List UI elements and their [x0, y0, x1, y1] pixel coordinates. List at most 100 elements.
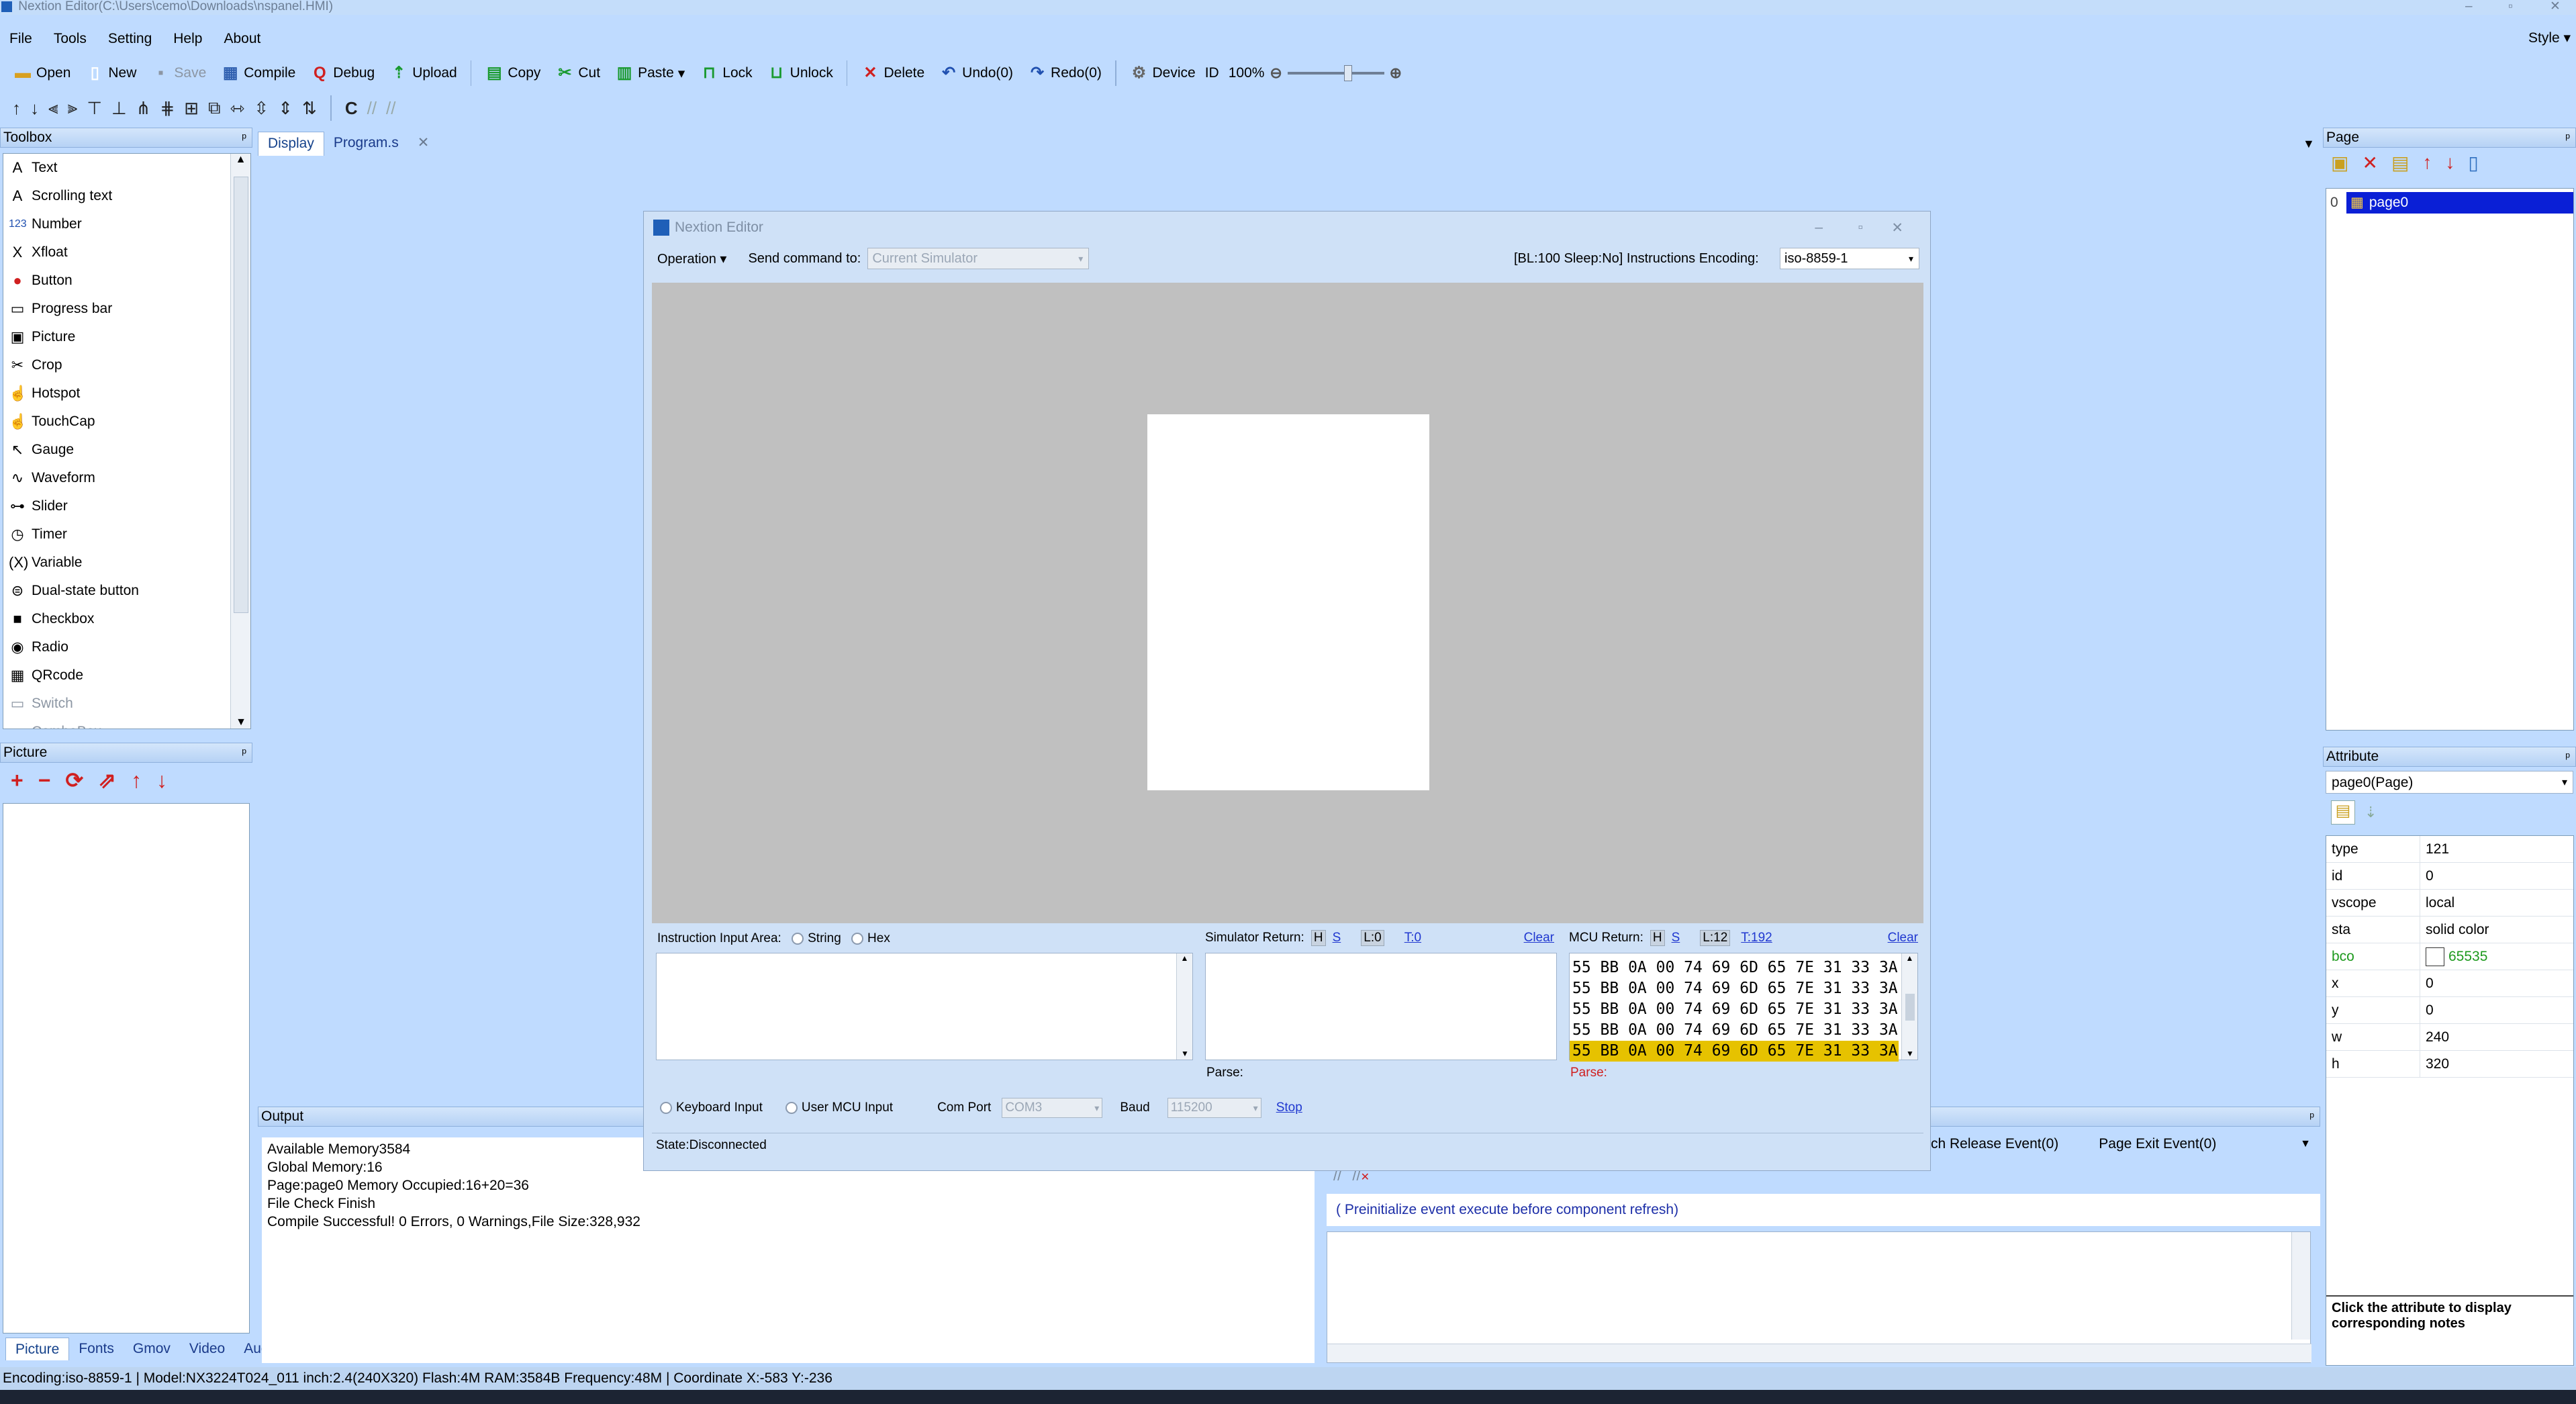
sort-alpha-icon[interactable]: ⇣	[2365, 804, 2377, 821]
minimize-icon[interactable]: ‒	[1815, 220, 1823, 236]
attribute-row-vscope[interactable]: vscope local	[2326, 890, 2573, 917]
tab-fonts[interactable]: Fonts	[69, 1338, 124, 1362]
move-page-down-icon[interactable]: ↓	[2445, 152, 2454, 173]
same-width-icon[interactable]: ⇿	[230, 98, 245, 119]
add-page-icon[interactable]: ▣	[2331, 152, 2348, 174]
toolbox-item-gauge[interactable]: ↖ Gauge	[3, 436, 250, 464]
lock-button[interactable]: ⊓ Lock	[694, 60, 757, 87]
debug-button[interactable]: Q Debug	[305, 60, 380, 87]
attribute-row-h[interactable]: h 320	[2326, 1051, 2573, 1078]
attribute-value[interactable]: 0	[2420, 863, 2573, 889]
upload-button[interactable]: ⇡ Upload	[384, 60, 463, 87]
delete-button[interactable]: ✕ Delete	[855, 60, 930, 87]
sort-category-icon[interactable]: ▤	[2331, 800, 2355, 825]
tab-touch-release-event[interactable]: ch Release Event(0)	[1931, 1136, 2058, 1152]
zoom-slider[interactable]	[1287, 65, 1384, 81]
instruction-input[interactable]: ▲ ▼	[656, 953, 1193, 1060]
close-icon[interactable]: ✕	[1891, 220, 1903, 236]
toolbox-item-crop[interactable]: ✂ Crop	[3, 351, 250, 379]
toolbox-item-combobox[interactable]: ▭ ComboBox	[3, 718, 250, 729]
spacing-v-icon[interactable]: ⇅	[302, 98, 317, 119]
toolbox-item-button[interactable]: ● Button	[3, 267, 250, 295]
toolbox-item-variable[interactable]: (X) Variable	[3, 549, 250, 577]
unlock-button[interactable]: ⊔ Unlock	[762, 60, 839, 87]
toolbox-item-qrcode[interactable]: ▦ QRcode	[3, 661, 250, 690]
attribute-row-x[interactable]: x0	[2326, 970, 2573, 997]
close-icon[interactable]: ✕	[2550, 0, 2561, 13]
simulated-screen[interactable]	[1147, 414, 1429, 790]
style-menu[interactable]: Style ▾	[2528, 30, 2571, 46]
mcu-line-selected[interactable]: 55 BB 0A 00 74 69 6D 65 7E 31 33 3A 34 3	[1570, 1041, 1899, 1062]
event-scrollbar[interactable]	[2291, 1232, 2310, 1340]
attribute-row-id[interactable]: id 0	[2326, 863, 2573, 890]
pin-icon[interactable]: ᵖ	[2565, 128, 2570, 147]
pin-icon[interactable]: ᵖ	[242, 128, 246, 147]
hex-radio[interactable]	[851, 932, 864, 945]
compile-button[interactable]: ▦ Compile	[216, 60, 301, 87]
minimize-icon[interactable]: ‒	[2465, 0, 2473, 13]
send-command-select[interactable]: Current Simulator ▾	[867, 248, 1090, 269]
device-button[interactable]: ⚙ Device	[1125, 60, 1201, 87]
toolbox-item-dual-state-button[interactable]: ⊜ Dual-state button	[3, 577, 250, 605]
scroll-up-icon[interactable]: ▲	[231, 154, 250, 166]
sim-clear-link[interactable]: Clear	[1524, 931, 1554, 945]
user-mcu-input-radio[interactable]	[785, 1102, 798, 1114]
pin-icon[interactable]: ᵖ	[2565, 747, 2570, 766]
open-button[interactable]: ▬ Open	[8, 60, 76, 87]
document-dropdown-icon[interactable]: ▼	[2303, 137, 2315, 151]
toolbox-item-waveform[interactable]: ∿ Waveform	[3, 464, 250, 492]
string-radio[interactable]	[792, 932, 804, 945]
encoding-select[interactable]: iso-8859-1 ▾	[1780, 248, 1919, 269]
toolbox-item-timer[interactable]: ◷ Timer	[3, 520, 250, 549]
tab-program[interactable]: Program.s	[324, 132, 408, 156]
toolbox-item-switch[interactable]: ▭ Switch	[3, 690, 250, 718]
selected-page[interactable]: ▦ page0	[2346, 192, 2573, 214]
event-hscrollbar[interactable]	[1327, 1344, 2311, 1362]
close-tab-icon[interactable]: ✕	[408, 132, 439, 156]
output-console[interactable]: Available Memory3584 Global Memory:16 Pa…	[262, 1137, 1315, 1363]
toolbox-item-slider[interactable]: ⊶ Slider	[3, 492, 250, 520]
distribute-h-icon[interactable]: ⧉	[208, 97, 221, 119]
attribute-row-bco[interactable]: bco 65535	[2326, 943, 2573, 970]
simulator-return-box[interactable]	[1205, 953, 1557, 1060]
redo-button[interactable]: ↷ Redo(0)	[1022, 60, 1107, 87]
toolbox-item-checkbox[interactable]: ■ Checkbox	[3, 605, 250, 633]
attribute-row-w[interactable]: w 240	[2326, 1024, 2573, 1051]
page-list-item[interactable]: 0 ▦ page0	[2326, 191, 2573, 214]
menu-help[interactable]: Help	[173, 31, 202, 47]
toolbox-item-progress-bar[interactable]: ▭ Progress bar	[3, 295, 250, 323]
align-top-icon[interactable]: ⊤	[87, 98, 102, 119]
tab-video[interactable]: Video	[180, 1338, 234, 1362]
menu-setting[interactable]: Setting	[108, 31, 152, 47]
toolbox-item-hotspot[interactable]: ☝ Hotspot	[3, 379, 250, 408]
move-up-icon[interactable]: ↑	[131, 768, 142, 793]
attribute-value[interactable]: 0	[2420, 970, 2573, 996]
event-code-editor[interactable]	[1327, 1231, 2311, 1363]
tab-page-exit-event[interactable]: Page Exit Event(0)	[2099, 1136, 2216, 1152]
menu-about[interactable]: About	[224, 31, 260, 47]
sim-hex-toggle[interactable]: H	[1310, 930, 1326, 946]
move-up-icon[interactable]: ↑	[12, 98, 21, 119]
uncomment-icon[interactable]: //	[386, 98, 395, 119]
toolbox-scrollbar[interactable]: ▲ ▼	[230, 154, 250, 729]
menu-tools[interactable]: Tools	[54, 31, 87, 47]
align-bottom-icon[interactable]: ⊥	[111, 98, 127, 119]
maximize-icon[interactable]: ▫	[1858, 220, 1863, 236]
attribute-value[interactable]: 65535	[2420, 943, 2573, 970]
add-icon[interactable]: +	[11, 768, 23, 793]
mcu-clear-link[interactable]: Clear	[1888, 931, 1918, 945]
pin-icon[interactable]: ᵖ	[2309, 1107, 2314, 1126]
attribute-row-type[interactable]: type 121	[2326, 836, 2573, 863]
toolbox-item-text[interactable]: A Text	[3, 154, 250, 182]
align-left-icon[interactable]: ⫷	[48, 97, 58, 119]
toolbox-item-touchcap[interactable]: ☝ TouchCap	[3, 408, 250, 436]
stop-link[interactable]: Stop	[1276, 1101, 1302, 1115]
insert-page-icon[interactable]: ▤	[2391, 152, 2409, 174]
paste-button[interactable]: ▥ Paste ▾	[610, 60, 690, 87]
copy-button[interactable]: ▤ Copy	[479, 60, 546, 87]
move-down-icon[interactable]: ↓	[30, 98, 39, 119]
align-right-icon[interactable]: ⫸	[68, 97, 78, 119]
move-page-up-icon[interactable]: ↑	[2422, 152, 2432, 173]
toolbox-item-radio[interactable]: ◉ Radio	[3, 633, 250, 661]
same-height-icon[interactable]: ⇳	[254, 98, 269, 119]
